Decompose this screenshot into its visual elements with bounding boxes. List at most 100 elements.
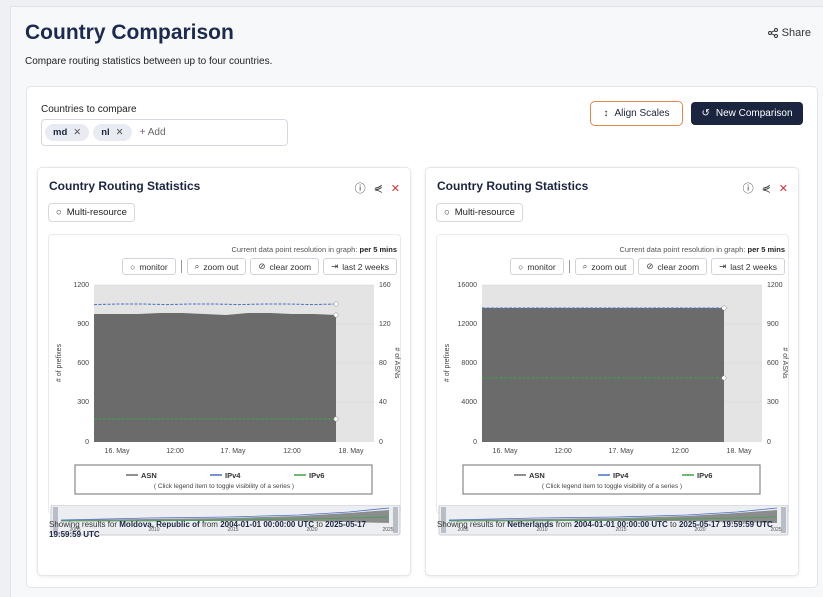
- y-right-tick: 1200: [767, 282, 783, 289]
- y-left-tick: 8000: [461, 360, 477, 367]
- ipv6-end-marker: [721, 375, 727, 381]
- y-right-tick: 0: [379, 439, 383, 446]
- resolution-prefix: Current data point resolution in graph:: [231, 245, 358, 254]
- legend-item-asn[interactable]: ASN: [141, 471, 157, 480]
- asn-end-marker: [333, 312, 339, 318]
- tag-label: md: [53, 127, 68, 138]
- chart-plot: 1200 900 600 300 0 160 120 80 40 0 # of …: [56, 282, 400, 495]
- card-title: Country Routing Statistics: [49, 179, 201, 193]
- results-country: Moldova, Republic of: [119, 520, 200, 529]
- y-right-tick: 300: [767, 399, 779, 406]
- chart-legend[interactable]: ASN IPv4 IPv6 ( Click legend item to tog…: [74, 464, 373, 495]
- y-left-tick: 16000: [458, 282, 478, 289]
- monitor-button[interactable]: ○ monitor: [122, 258, 176, 275]
- multi-resource-button[interactable]: ○ Multi-resource: [436, 203, 523, 222]
- jump-end-icon: ⇥: [719, 261, 727, 271]
- align-scales-button[interactable]: ↕ Align Scales: [590, 101, 683, 126]
- x-tick: 16. May: [105, 448, 130, 455]
- monitor-label: monitor: [139, 261, 168, 272]
- circle-icon: ○: [444, 207, 450, 218]
- legend-item-ipv4[interactable]: IPv4: [613, 471, 629, 480]
- add-country-input[interactable]: + Add: [140, 127, 166, 138]
- remove-tag-icon[interactable]: ✕: [73, 127, 81, 138]
- results-summary: Showing results for Moldova, Republic of…: [49, 520, 399, 540]
- resolution-note: Current data point resolution in graph: …: [619, 245, 785, 254]
- countries-input[interactable]: md ✕ nl ✕ + Add: [41, 119, 288, 146]
- results-from: from: [555, 520, 572, 529]
- x-tick: 17. May: [221, 448, 246, 455]
- last-2-weeks-button[interactable]: ⇥ last 2 weeks: [323, 258, 397, 275]
- y-left-axis-label: # of prefixes: [444, 343, 451, 382]
- legend-item-ipv6[interactable]: IPv6: [309, 471, 324, 480]
- jump-end-icon: ⇥: [331, 261, 339, 271]
- asn-area: [482, 308, 724, 442]
- clear-zoom-button[interactable]: ⊘ clear zoom: [250, 258, 320, 275]
- resolution-value: per 5 mins: [359, 245, 397, 254]
- share-icon[interactable]: ⋞: [374, 182, 383, 195]
- x-tick: 16. May: [493, 448, 518, 455]
- y-left-axis-label: # of prefixes: [56, 343, 63, 382]
- multi-resource-button[interactable]: ○ Multi-resource: [48, 203, 135, 222]
- legend-item-asn[interactable]: ASN: [529, 471, 545, 480]
- x-tick: 12:00: [166, 448, 184, 455]
- legend-item-ipv6[interactable]: IPv6: [697, 471, 712, 480]
- card-title: Country Routing Statistics: [437, 179, 589, 193]
- y-right-axis-label: # of ASNs: [393, 347, 400, 379]
- results-prefix: Showing results for: [437, 520, 506, 529]
- info-icon[interactable]: ⓘ: [355, 180, 366, 196]
- routing-chart: Current data point resolution in graph: …: [48, 234, 401, 536]
- remove-tag-icon[interactable]: ✕: [116, 127, 124, 138]
- results-to: to: [316, 520, 323, 529]
- monitor-label: monitor: [527, 261, 556, 272]
- ipv4-end-marker: [333, 301, 339, 307]
- ipv6-end-marker: [333, 416, 339, 422]
- resolution-prefix: Current data point resolution in graph:: [619, 245, 746, 254]
- reset-icon: ↺: [701, 108, 710, 119]
- y-right-tick: 120: [379, 321, 391, 328]
- circle-icon: ○: [56, 207, 62, 218]
- resolution-note: Current data point resolution in graph: …: [231, 245, 397, 254]
- y-left-tick: 300: [77, 399, 89, 406]
- y-right-tick: 80: [379, 360, 387, 367]
- zoom-out-label: zoom out: [203, 261, 239, 272]
- countries-label: Countries to compare: [41, 104, 137, 115]
- y-right-tick: 40: [379, 399, 387, 406]
- y-right-axis-label: # of ASNs: [781, 347, 788, 379]
- align-scales-label: Align Scales: [614, 108, 670, 119]
- results-from: from: [201, 520, 218, 529]
- close-icon[interactable]: ✕: [391, 182, 400, 195]
- new-comparison-label: New Comparison: [715, 108, 793, 119]
- chart-legend[interactable]: ASN IPv4 IPv6 ( Click legend item to tog…: [462, 464, 761, 495]
- info-icon[interactable]: ⓘ: [743, 180, 754, 196]
- results-to: to: [670, 520, 677, 529]
- circle-icon: ○: [518, 261, 524, 272]
- last-2-weeks-label: last 2 weeks: [342, 261, 389, 272]
- share-icon[interactable]: ⋞: [762, 182, 771, 195]
- y-left-tick: 900: [77, 321, 89, 328]
- y-right-tick: 600: [767, 360, 779, 367]
- x-tick: 12:00: [554, 448, 572, 455]
- share-button[interactable]: Share: [767, 27, 811, 39]
- results-prefix: Showing results for: [49, 520, 118, 529]
- share-label: Share: [781, 27, 811, 39]
- zoom-out-button[interactable]: ⌕ zoom out: [574, 258, 635, 275]
- new-comparison-button[interactable]: ↺ New Comparison: [691, 102, 803, 125]
- y-left-tick: 1200: [73, 282, 89, 289]
- circle-icon: ○: [130, 261, 136, 272]
- multi-resource-label: Multi-resource: [454, 207, 515, 218]
- zoom-out-button[interactable]: ⌕ zoom out: [186, 258, 247, 275]
- legend-item-ipv4[interactable]: IPv4: [225, 471, 241, 480]
- close-icon[interactable]: ✕: [779, 182, 788, 195]
- x-tick: 12:00: [283, 448, 301, 455]
- routing-chart: Current data point resolution in graph: …: [436, 234, 789, 536]
- x-tick: 18. May: [339, 448, 364, 455]
- chart-plot: 16000 12000 8000 4000 0 1200 900 600 300…: [444, 282, 788, 495]
- last-2-weeks-button[interactable]: ⇥ last 2 weeks: [711, 258, 785, 275]
- y-right-tick: 900: [767, 321, 779, 328]
- clear-zoom-label: clear zoom: [657, 261, 700, 272]
- monitor-button[interactable]: ○ monitor: [510, 258, 564, 275]
- page-title: Country Comparison: [25, 21, 234, 44]
- country-stats-card-md: Country Routing Statistics ⓘ ⋞ ✕ ○ Multi…: [37, 167, 411, 576]
- y-left-tick: 4000: [461, 399, 477, 406]
- clear-zoom-button[interactable]: ⊘ clear zoom: [638, 258, 708, 275]
